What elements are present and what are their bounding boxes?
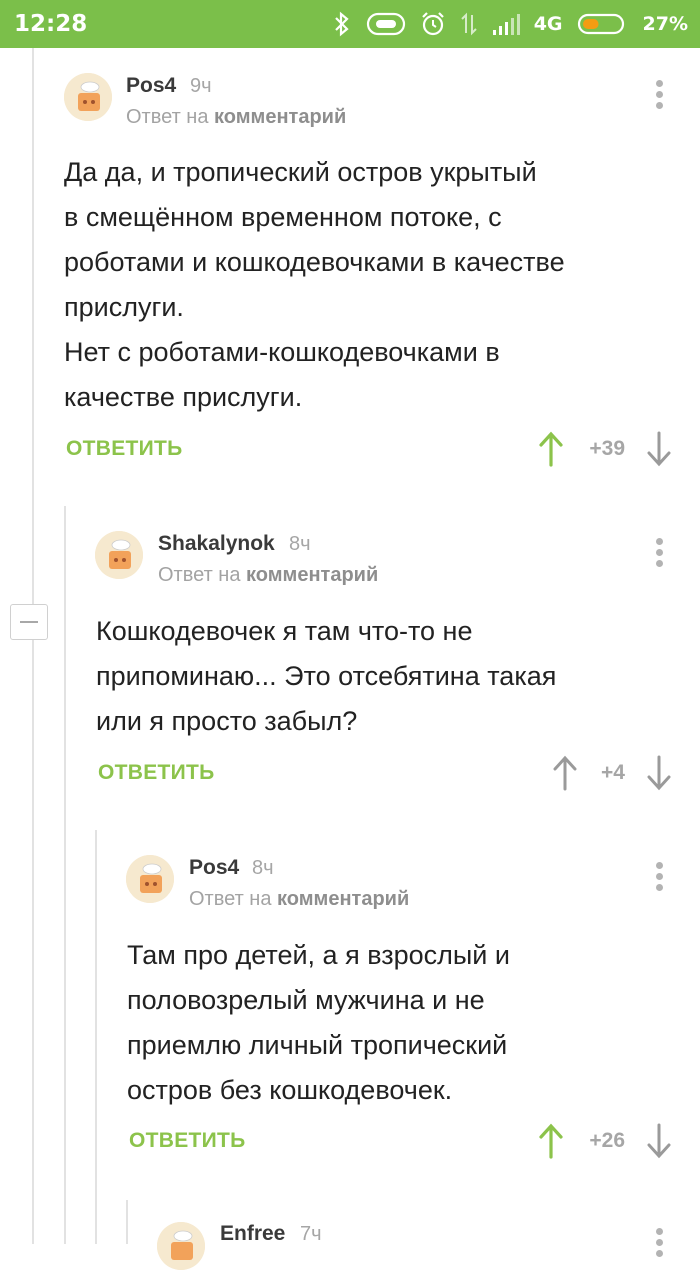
upvote-arrow-icon[interactable]: [538, 431, 564, 467]
signal-icon: [492, 14, 520, 35]
reply-to-label: Ответ на комментарий: [126, 106, 346, 129]
status-bar: 12:28 4G 27%: [0, 0, 700, 48]
comment-time: 8ч: [289, 533, 311, 555]
author-name[interactable]: Pos4: [126, 74, 176, 98]
thread-line: [64, 506, 66, 1244]
reply-to-prefix: Ответ на: [158, 564, 241, 586]
comment-rating: +26: [589, 1129, 625, 1152]
avatar-image: [157, 1222, 205, 1270]
avatar-image: [95, 531, 143, 579]
reply-to-link[interactable]: комментарий: [246, 564, 378, 586]
collapse-thread-button[interactable]: [10, 604, 48, 640]
alarm-icon: [421, 12, 444, 36]
reply-button[interactable]: ОТВЕТИТЬ: [98, 761, 215, 785]
comment-rating: +39: [589, 437, 625, 460]
author-name[interactable]: Shakalynok: [158, 532, 275, 556]
data-transfer-icon: [460, 12, 477, 36]
reply-to-prefix: Ответ на: [189, 888, 272, 910]
avatar-image: [64, 73, 112, 121]
bluetooth-icon: [334, 11, 349, 37]
comment-rating: +4: [601, 761, 625, 784]
avatar[interactable]: [126, 855, 174, 903]
reply-to-link[interactable]: комментарий: [277, 888, 409, 910]
downvote-arrow-icon[interactable]: [646, 1123, 672, 1159]
network-type: 4G: [533, 13, 563, 35]
battery-percent: 27%: [642, 13, 688, 35]
more-options-icon[interactable]: [654, 1228, 664, 1260]
downvote-arrow-icon[interactable]: [646, 431, 672, 467]
avatar[interactable]: [157, 1222, 205, 1270]
avatar[interactable]: [95, 531, 143, 579]
hotspot-icon: [366, 12, 405, 36]
thread-line: [32, 48, 34, 1244]
status-icons: 4G 27%: [332, 10, 688, 38]
author-name[interactable]: Enfree: [220, 1222, 285, 1246]
reply-to-label: Ответ на комментарий: [189, 888, 409, 911]
more-options-icon[interactable]: [654, 538, 664, 570]
status-time: 12:28: [14, 11, 88, 37]
author-name[interactable]: Pos4: [189, 856, 239, 880]
thread-line: [126, 1200, 128, 1244]
thread-line: [95, 830, 97, 1244]
more-options-icon[interactable]: [654, 80, 664, 112]
reply-to-prefix: Ответ на: [126, 106, 209, 128]
comment-text: Там про детей, а я взрослый и половозрел…: [127, 940, 510, 1105]
more-options-icon[interactable]: [654, 862, 664, 894]
battery-icon: [577, 13, 624, 35]
comment-time: 9ч: [190, 75, 212, 97]
reply-button[interactable]: ОТВЕТИТЬ: [66, 437, 183, 461]
reply-to-label: Ответ на комментарий: [158, 564, 378, 587]
comment-text: Да да, и тропический остров укрытый в см…: [64, 157, 565, 412]
reply-button[interactable]: ОТВЕТИТЬ: [129, 1129, 246, 1153]
avatar[interactable]: [64, 73, 112, 121]
comment-time: 8ч: [252, 857, 274, 879]
comment-text: Кошкодевочек я там что-то не припоминаю.…: [96, 616, 557, 736]
upvote-arrow-icon[interactable]: [538, 1123, 564, 1159]
downvote-arrow-icon[interactable]: [646, 755, 672, 791]
comment-time: 7ч: [300, 1223, 322, 1245]
reply-to-link[interactable]: комментарий: [214, 106, 346, 128]
avatar-image: [126, 855, 174, 903]
